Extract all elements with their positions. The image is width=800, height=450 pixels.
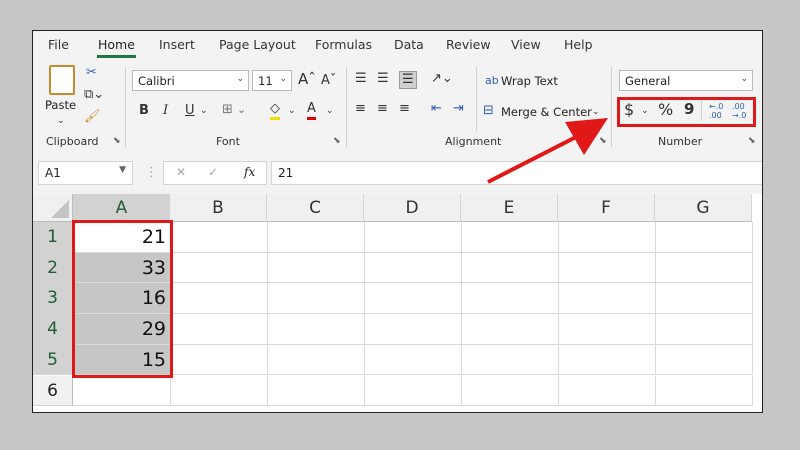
arrow-head xyxy=(565,118,608,155)
red-arrow xyxy=(487,118,608,184)
arrow-shaft xyxy=(487,134,579,184)
